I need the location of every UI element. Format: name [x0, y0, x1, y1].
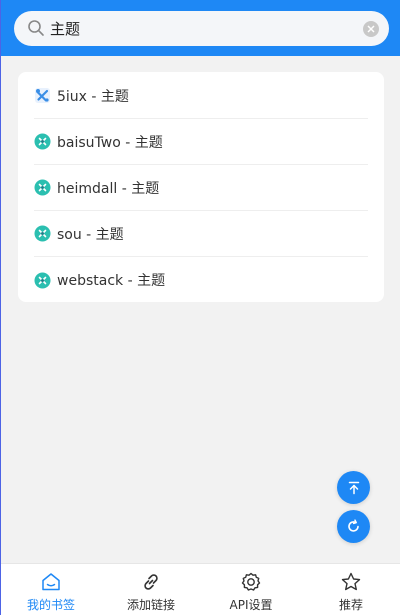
bookmark-label: sou - 主题	[57, 226, 124, 243]
refresh-button[interactable]	[337, 510, 370, 543]
home-icon	[42, 573, 60, 591]
tab-label: 添加链接	[126, 598, 175, 612]
site-icon	[34, 179, 51, 196]
tab-add-link[interactable]: 添加链接	[101, 564, 201, 615]
link-icon	[144, 574, 158, 590]
site-icon	[34, 133, 51, 150]
bookmark-label: baisuTwo - 主题	[57, 134, 163, 151]
bookmark-label: 5iux - 主题	[57, 88, 129, 105]
close-icon	[367, 25, 375, 33]
bottom-tab-bar: 我的书签 添加链接 API设置 推荐	[1, 563, 400, 615]
tab-label: API设置	[229, 598, 273, 612]
search-input[interactable]	[50, 11, 350, 46]
tab-label: 我的书签	[26, 598, 75, 612]
refresh-icon	[348, 519, 359, 532]
bookmark-item-heimdall[interactable]: heimdall - 主题	[34, 165, 368, 211]
star-icon	[341, 572, 361, 591]
clear-search-button[interactable]	[363, 21, 379, 37]
tab-api-settings[interactable]: API设置	[201, 564, 301, 615]
gear-icon	[241, 572, 261, 591]
tab-label: 推荐	[338, 598, 363, 612]
header-bar	[1, 0, 400, 56]
scroll-to-top-icon	[348, 481, 359, 494]
bookmark-list: 5iux - 主题 baisuTwo - 主题 heimdall - 主题 so…	[18, 72, 384, 302]
bookmark-label: heimdall - 主题	[57, 180, 160, 197]
tab-my-bookmarks[interactable]: 我的书签	[1, 564, 101, 615]
scroll-to-top-button[interactable]	[337, 471, 370, 504]
site-icon	[34, 272, 51, 288]
search-box[interactable]	[14, 11, 389, 46]
bookmark-item-5iux[interactable]: 5iux - 主题	[34, 73, 368, 119]
site-icon	[34, 225, 51, 242]
bookmark-item-webstack[interactable]: webstack - 主题	[34, 257, 368, 303]
bookmark-label: webstack - 主题	[57, 273, 166, 289]
tools-icon	[35, 88, 50, 103]
tab-recommend[interactable]: 推荐	[301, 564, 400, 615]
search-icon	[28, 20, 44, 36]
bookmark-item-sou[interactable]: sou - 主题	[34, 211, 368, 257]
bookmark-item-baisutwo[interactable]: baisuTwo - 主题	[34, 119, 368, 165]
